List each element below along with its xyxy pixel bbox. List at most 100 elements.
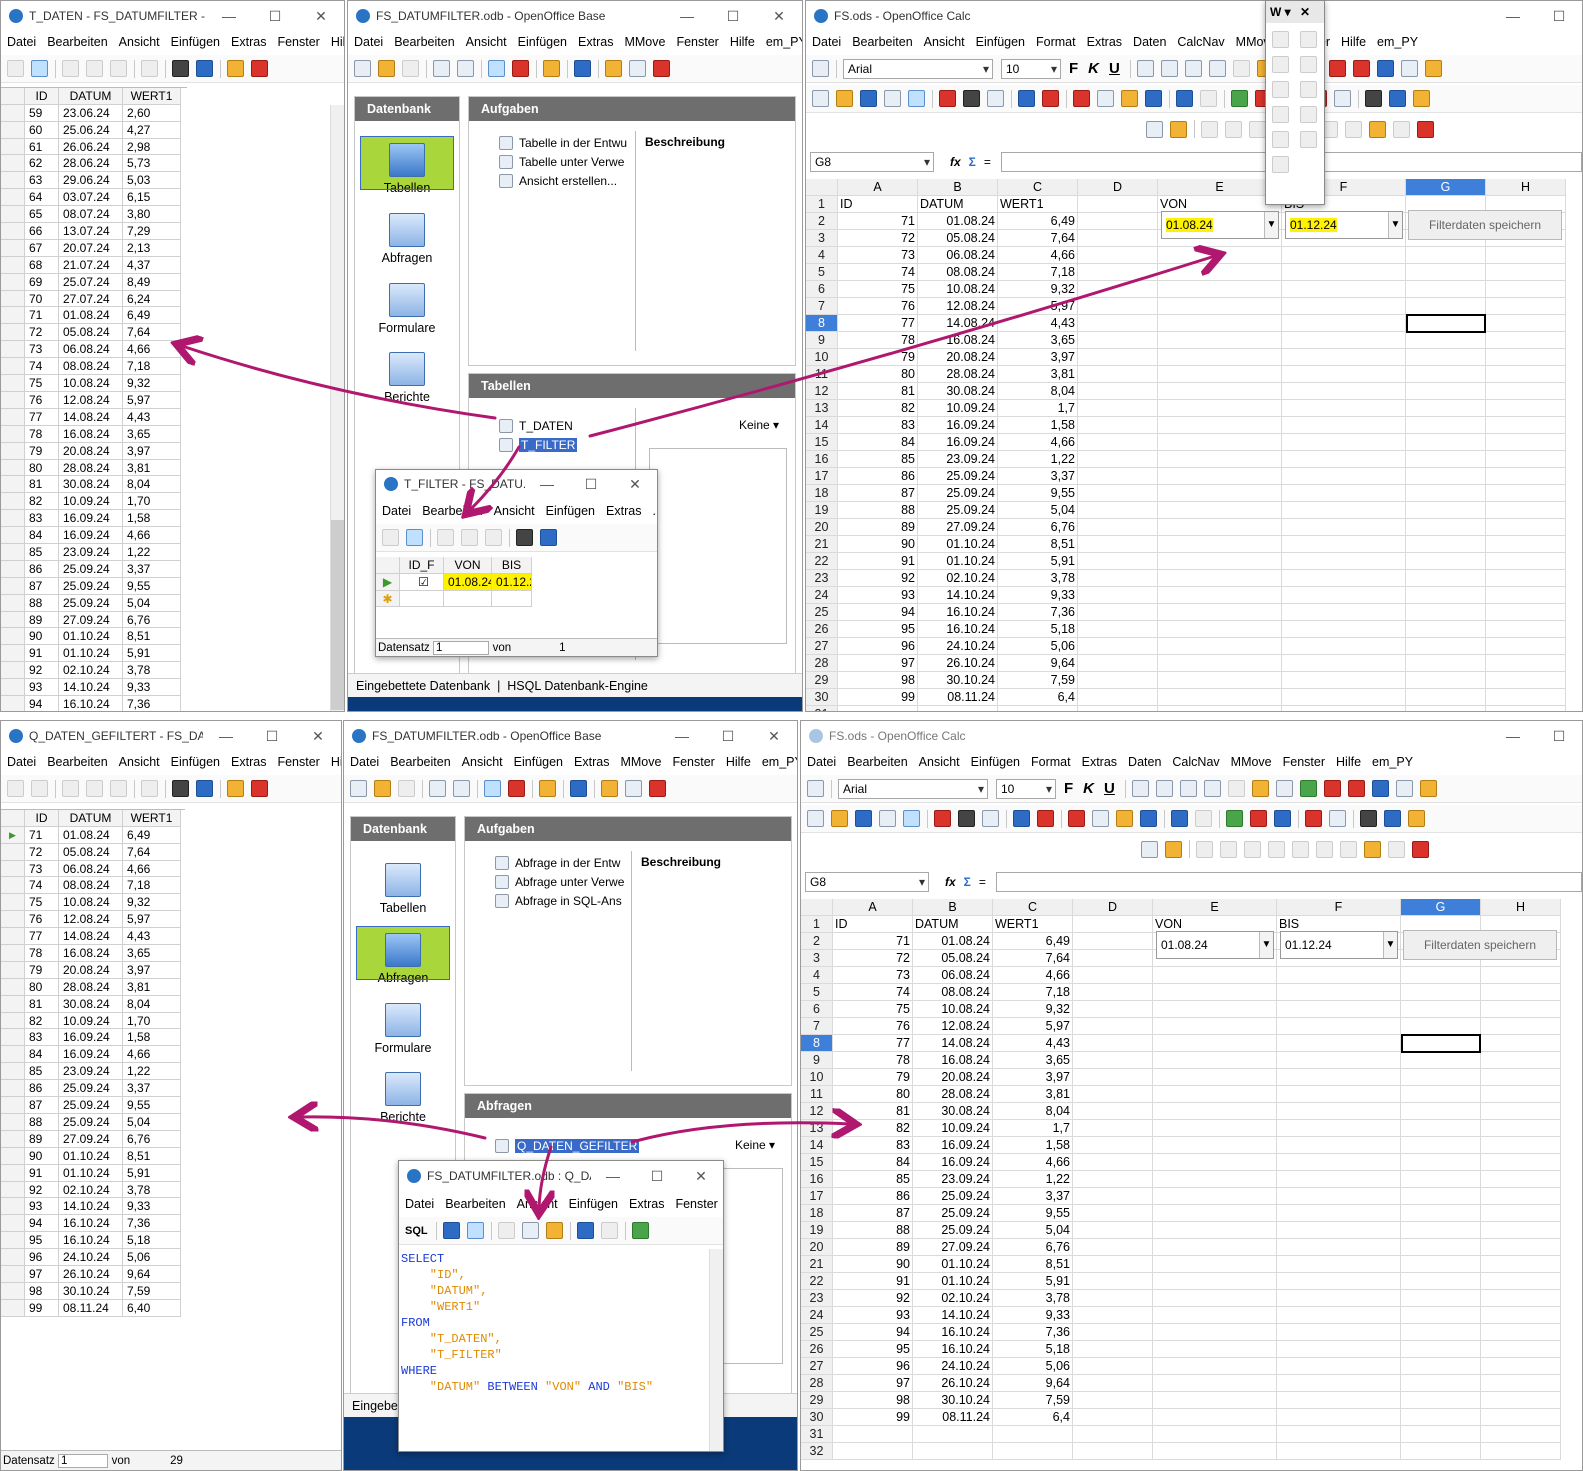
cell[interactable] <box>1282 519 1406 536</box>
cell[interactable] <box>1406 706 1486 711</box>
row-header[interactable]: 4 <box>801 967 833 984</box>
cell[interactable] <box>1481 1137 1561 1154</box>
bold-button[interactable]: F <box>1064 780 1073 797</box>
cell[interactable]: 3,97 <box>993 1069 1073 1086</box>
table-row[interactable]: 78 16.08.24 3,65 <box>1 425 187 443</box>
new-icon[interactable] <box>350 780 367 797</box>
cell[interactable] <box>1073 1222 1153 1239</box>
snap-icon[interactable] <box>1412 840 1429 858</box>
cell[interactable] <box>1277 1341 1401 1358</box>
cell[interactable]: 99 <box>838 689 918 706</box>
row-header[interactable]: 17 <box>801 1188 833 1205</box>
cell[interactable] <box>1277 1273 1401 1290</box>
open-icon[interactable] <box>378 60 395 77</box>
cell[interactable]: 4,43 <box>993 1035 1073 1052</box>
justify-icon[interactable] <box>1208 60 1226 77</box>
cell[interactable] <box>1481 1239 1561 1256</box>
db-item-forms[interactable]: Formulare <box>357 997 449 1055</box>
cell[interactable]: 6,49 <box>993 933 1073 950</box>
cell[interactable] <box>1481 1069 1561 1086</box>
cell[interactable]: 5,18 <box>993 1341 1073 1358</box>
cell[interactable] <box>1406 672 1486 689</box>
paste-icon[interactable] <box>485 529 502 546</box>
row-selector[interactable] <box>1 223 25 240</box>
cell[interactable]: 73 <box>838 247 918 264</box>
row-selector[interactable] <box>1 1012 25 1030</box>
cell[interactable] <box>1153 1443 1277 1460</box>
cell[interactable]: 16.09.24 <box>913 1154 993 1171</box>
cell[interactable]: 3,65 <box>993 1052 1073 1069</box>
cell[interactable]: 71 <box>838 213 918 230</box>
cell[interactable] <box>1481 1086 1561 1103</box>
cut-icon[interactable] <box>62 60 79 77</box>
cell[interactable]: 82 <box>833 1120 913 1137</box>
menu-item[interactable]: Ansicht <box>919 755 960 769</box>
cell[interactable] <box>1282 451 1406 468</box>
row-header[interactable]: 28 <box>806 655 838 672</box>
cell[interactable]: 77 <box>838 315 918 332</box>
cell[interactable] <box>1401 1001 1481 1018</box>
cell[interactable]: 3,81 <box>993 1086 1073 1103</box>
cell[interactable] <box>1486 706 1566 711</box>
formula-input[interactable] <box>995 872 1582 892</box>
cell[interactable]: 91 <box>833 1273 913 1290</box>
menu-item[interactable]: Einfügen <box>171 755 220 769</box>
currency-icon[interactable] <box>1251 780 1269 797</box>
task-item[interactable]: Abfrage in der Entw <box>495 853 624 872</box>
cell[interactable] <box>838 706 918 711</box>
db-item-reports[interactable]: Berichte <box>361 346 453 404</box>
cell[interactable] <box>1073 916 1153 933</box>
cell[interactable] <box>1282 485 1406 502</box>
row-header[interactable]: 30 <box>801 1409 833 1426</box>
cell[interactable] <box>1486 366 1566 383</box>
menu-item[interactable]: Hilfe <box>1336 755 1361 769</box>
cell[interactable] <box>1282 502 1406 519</box>
cell[interactable] <box>1401 1409 1481 1426</box>
menu-item[interactable]: Bearbeiten <box>847 755 907 769</box>
row-header[interactable]: 13 <box>806 400 838 417</box>
data-grid[interactable]: ID DATUM WERT1 59 23.06.24 2,60 60 25.06.24 4,27… <box>1 87 187 711</box>
spreadsheet[interactable]: ABCDEFGH1IDDATUMWERT1VONBIS27101.08.246,… <box>801 899 1582 1470</box>
table-row[interactable]: 65 08.07.24 3,80 <box>1 206 187 224</box>
column-header[interactable]: WERT1 <box>123 88 181 105</box>
db-item-reports[interactable]: Berichte <box>357 1066 449 1124</box>
task-item[interactable]: Ansicht erstellen... <box>499 171 627 190</box>
table-row[interactable]: 98 30.10.24 7,59 <box>1 1282 185 1300</box>
cell[interactable] <box>1153 1392 1277 1409</box>
cell[interactable]: 30.10.24 <box>918 672 998 689</box>
row-header[interactable]: 14 <box>806 417 838 434</box>
table-row[interactable]: 96 24.10.24 5,06 <box>1 1249 185 1266</box>
cell[interactable]: 91 <box>838 553 918 570</box>
task-item[interactable]: Abfrage unter Verwe <box>495 872 624 891</box>
menu-item[interactable]: MMove <box>1231 755 1272 769</box>
delete-icon[interactable] <box>653 60 670 77</box>
table-row[interactable]: 77 14.08.24 4,43 <box>1 928 185 946</box>
menu-item[interactable]: CalcNav <box>1177 35 1224 49</box>
row-selector[interactable] <box>1 155 25 173</box>
find-icon[interactable] <box>172 780 189 797</box>
column-header[interactable]: DATUM <box>59 810 123 827</box>
save-icon[interactable] <box>855 810 872 827</box>
cell[interactable] <box>1153 1137 1277 1154</box>
maximize-icon[interactable]: ☐ <box>1536 8 1582 25</box>
cell[interactable] <box>1401 1188 1481 1205</box>
table-row[interactable]: 86 25.09.24 3,37 <box>1 1080 185 1098</box>
task-item[interactable]: Tabelle unter Verwe <box>499 152 627 171</box>
cell[interactable]: 16.09.24 <box>918 417 998 434</box>
cell[interactable]: 73 <box>833 967 913 984</box>
cell[interactable] <box>1158 366 1282 383</box>
cell[interactable] <box>1158 621 1282 638</box>
cell[interactable] <box>1078 536 1158 553</box>
cell[interactable]: 9,32 <box>993 1001 1073 1018</box>
cell[interactable] <box>1481 1341 1561 1358</box>
cell[interactable] <box>1153 1154 1277 1171</box>
cell[interactable] <box>1401 1069 1481 1086</box>
column-header[interactable]: ID <box>25 810 59 827</box>
cell[interactable]: 1,22 <box>998 451 1078 468</box>
cell[interactable] <box>1277 1392 1401 1409</box>
cell[interactable] <box>1158 604 1282 621</box>
cell[interactable] <box>1153 1307 1277 1324</box>
cell[interactable] <box>1401 1375 1481 1392</box>
row-header[interactable]: 7 <box>806 298 838 315</box>
cell[interactable]: 23.09.24 <box>918 451 998 468</box>
